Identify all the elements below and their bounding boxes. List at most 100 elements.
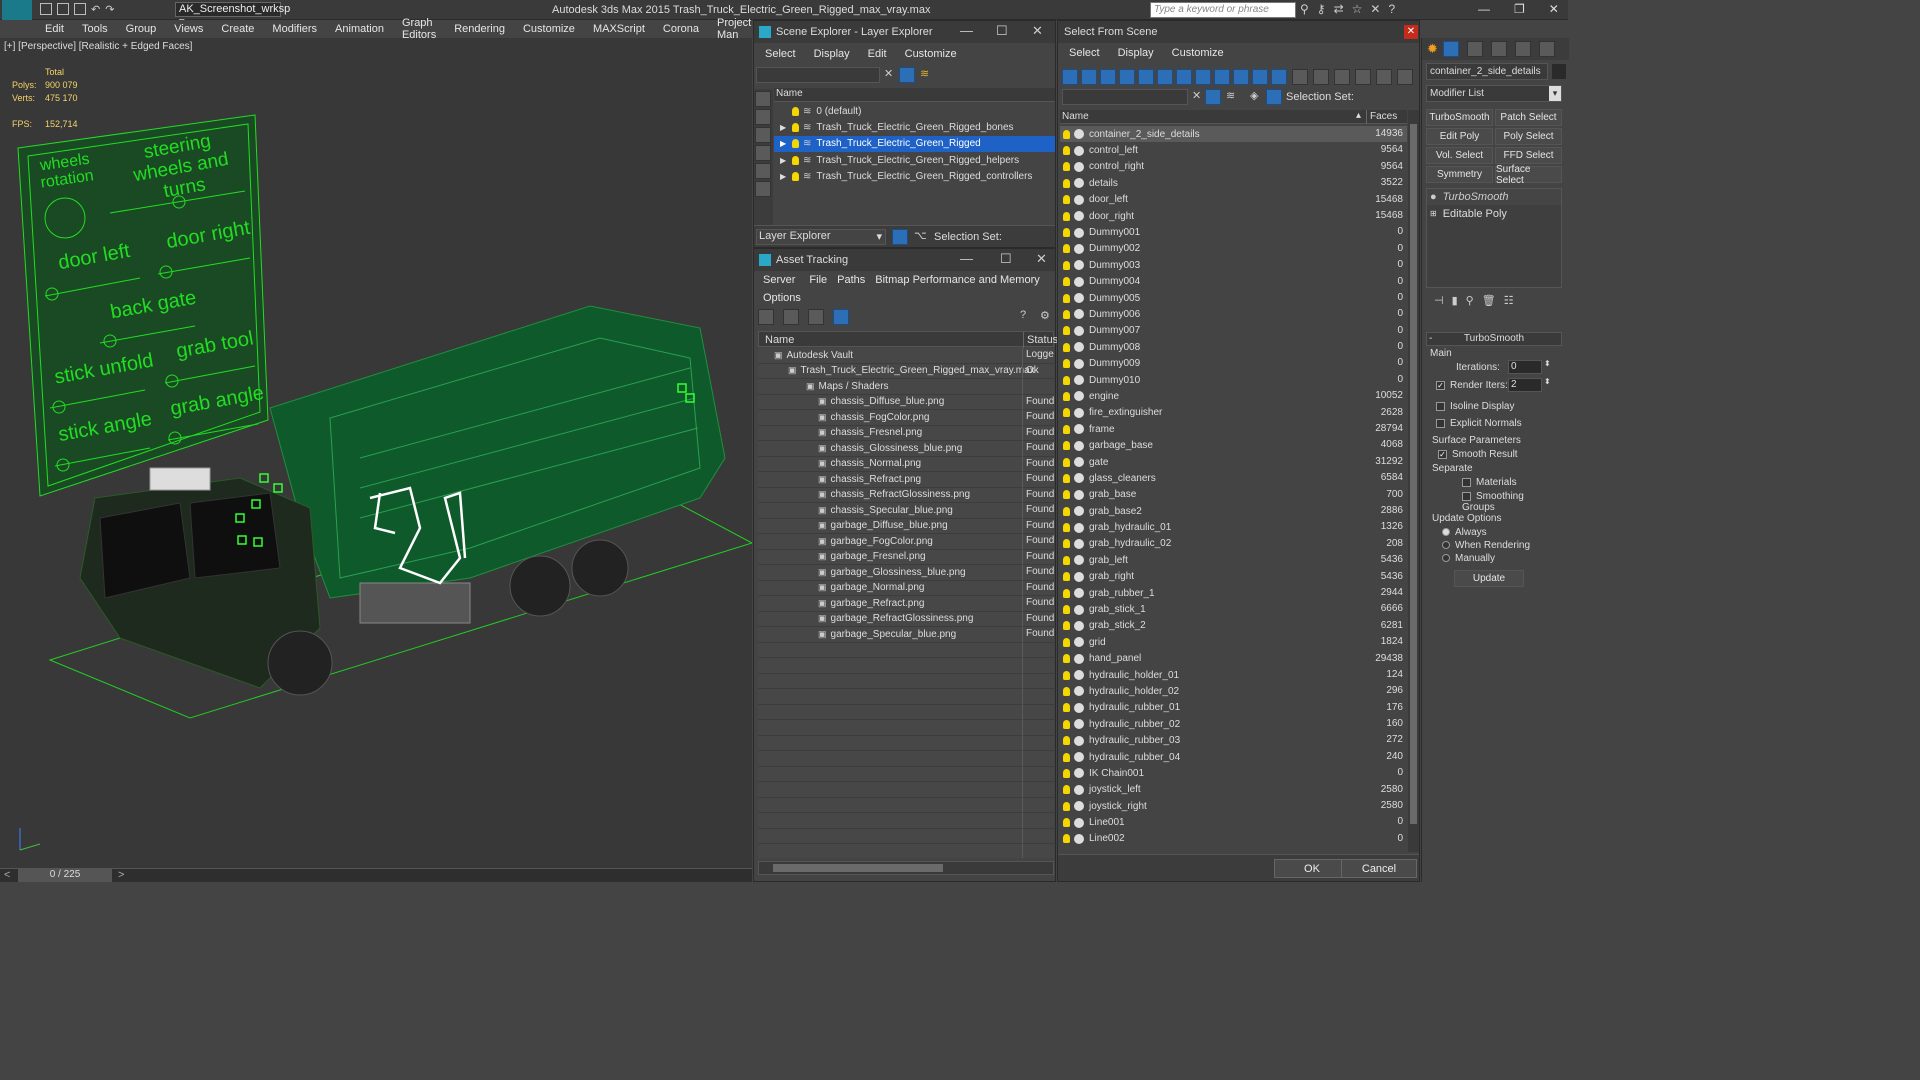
asset-row[interactable]: ▣ chassis_Glossiness_blue.png Found [758, 441, 1054, 457]
object-row[interactable]: garbage_base 4068 [1060, 437, 1407, 453]
layer-options-icon[interactable]: ≋ [1226, 89, 1235, 102]
close-x-icon[interactable]: ✕ [1370, 2, 1380, 16]
horizontal-scrollbar[interactable] [758, 861, 1054, 875]
help-icon[interactable]: ? [1020, 309, 1026, 321]
bulb-icon[interactable] [1063, 605, 1070, 615]
filter-list-icon[interactable] [1376, 69, 1392, 85]
object-row[interactable]: grab_hydraulic_02 208 [1060, 536, 1407, 552]
bulb-icon[interactable] [792, 172, 799, 182]
se-side-btn-5[interactable] [755, 163, 771, 179]
bulb-icon[interactable] [1063, 588, 1070, 598]
time-slider[interactable]: 0 / 225 [18, 869, 112, 882]
bulb-icon[interactable] [792, 155, 799, 165]
timeline-prev-icon[interactable]: < [4, 869, 10, 881]
object-row[interactable]: grab_left 5436 [1060, 552, 1407, 568]
minimize-icon[interactable]: — [960, 23, 973, 38]
object-row[interactable]: hydraulic_rubber_04 240 [1060, 749, 1407, 765]
star-icon[interactable]: ☆ [1352, 2, 1363, 16]
pin-stack-icon[interactable]: ⊣ [1434, 294, 1444, 310]
hierarchy-mode-icon[interactable]: ⌥ [914, 229, 927, 242]
object-row[interactable]: container_2_side_details 14936 [1060, 126, 1407, 143]
utilities-tab-icon[interactable] [1538, 41, 1555, 57]
asset-row[interactable]: ▣ Maps / Shaders [758, 379, 1054, 395]
type-filter-icon[interactable] [1214, 69, 1230, 85]
clear-search-icon[interactable]: ✕ [884, 67, 893, 80]
table-view-icon[interactable] [833, 309, 849, 325]
object-row[interactable]: grab_right 5436 [1060, 569, 1407, 585]
type-filter-icon[interactable] [1138, 69, 1154, 85]
bulb-icon[interactable] [1063, 408, 1070, 418]
layer-row[interactable]: ▶ ≋ Trash_Truck_Electric_Green_Rigged_bone… [774, 119, 1055, 135]
menu-item-group[interactable]: Group [117, 23, 166, 35]
menu-item-views[interactable]: Views [165, 23, 212, 35]
menu-item-maxscript[interactable]: MAXScript [584, 23, 654, 35]
bulb-icon[interactable] [1063, 277, 1070, 287]
bulb-icon[interactable] [1063, 818, 1070, 828]
at-menu-server[interactable]: Server [754, 274, 804, 286]
object-row[interactable]: control_right 9564 [1060, 159, 1407, 175]
new-file-icon[interactable] [40, 3, 52, 15]
se-side-btn-6[interactable] [755, 181, 771, 197]
modifier-button[interactable]: Vol. Select [1426, 147, 1493, 164]
type-filter-icon[interactable] [1062, 69, 1078, 85]
minimize-icon[interactable]: — [1478, 2, 1490, 16]
modifier-list-dropdown[interactable]: Modifier List ▾ [1426, 85, 1562, 102]
bulb-icon[interactable] [1063, 768, 1070, 778]
at-col-status[interactable]: Status [1027, 334, 1058, 346]
object-row[interactable]: Dummy009 0 [1060, 355, 1407, 371]
bulb-icon[interactable] [1063, 342, 1070, 352]
redo-icon[interactable]: ↷ [105, 3, 114, 16]
show-end-result-icon[interactable]: ▮ [1452, 294, 1458, 310]
bulb-icon[interactable] [1063, 375, 1070, 385]
asset-row[interactable]: ▣ garbage_Glossiness_blue.png Found [758, 565, 1054, 581]
bulb-icon[interactable] [1063, 309, 1070, 319]
sfs-menu-select[interactable]: Select [1060, 47, 1109, 59]
object-row[interactable]: hand_panel 29438 [1060, 651, 1407, 667]
stack-item-turbosmooth[interactable]: ● TurboSmooth [1427, 189, 1561, 206]
thumb-view-icon[interactable] [808, 309, 824, 325]
layer-options-icon[interactable]: ≋ [920, 67, 929, 80]
expand-arrow-icon[interactable]: ▶ [780, 156, 792, 165]
object-row[interactable]: grab_base 700 [1060, 487, 1407, 503]
object-row[interactable]: grab_stick_2 6281 [1060, 618, 1407, 634]
bulb-icon[interactable] [1063, 228, 1070, 238]
se-menu-display[interactable]: Display [805, 48, 859, 60]
object-row[interactable]: Dummy006 0 [1060, 306, 1407, 322]
type-filter-icon[interactable] [1271, 69, 1287, 85]
asset-row[interactable]: ▣ chassis_Fresnel.png Found [758, 425, 1054, 442]
modifier-button[interactable]: Poly Select [1495, 128, 1562, 145]
object-row[interactable]: grid 1824 [1060, 634, 1407, 650]
bulb-icon[interactable] [1063, 457, 1070, 467]
update-button[interactable]: Update [1454, 570, 1524, 587]
layer-row[interactable]: ▶ ≋ Trash_Truck_Electric_Green_Rigged_help… [774, 152, 1055, 168]
motion-tab-icon[interactable] [1490, 41, 1507, 57]
bulb-icon[interactable] [1063, 523, 1070, 533]
cancel-button[interactable]: Cancel [1341, 859, 1417, 878]
bulb-icon[interactable] [1063, 195, 1070, 205]
vertical-scrollbar[interactable] [1408, 110, 1419, 852]
at-menu-options[interactable]: Options [754, 292, 810, 304]
expand-arrow-icon[interactable]: ▶ [780, 139, 792, 148]
type-filter-icon[interactable] [1119, 69, 1135, 85]
object-row[interactable]: Line002 0 [1060, 831, 1407, 847]
menu-item-tools[interactable]: Tools [73, 23, 117, 35]
se-side-btn-1[interactable] [755, 91, 771, 107]
object-row[interactable]: control_left 9564 [1060, 142, 1407, 158]
type-filter-icon[interactable] [1233, 69, 1249, 85]
menu-item-edit[interactable]: Edit [36, 23, 73, 35]
bulb-icon[interactable] [1063, 326, 1070, 336]
object-row[interactable]: hydraulic_holder_02 296 [1060, 683, 1407, 699]
menu-item-animation[interactable]: Animation [326, 23, 393, 35]
asset-row[interactable]: ▣ garbage_Normal.png Found [758, 580, 1054, 597]
hierarchy-icon[interactable] [1266, 89, 1282, 105]
menu-item-create[interactable]: Create [212, 23, 263, 35]
object-row[interactable]: Dummy007 0 [1060, 323, 1407, 339]
se-side-btn-2[interactable] [755, 109, 771, 125]
se-side-btn-3[interactable] [755, 127, 771, 143]
when-rendering-radio[interactable] [1442, 541, 1450, 550]
modifier-button[interactable]: FFD Select [1495, 147, 1562, 164]
object-row[interactable]: hydraulic_rubber_01 176 [1060, 700, 1407, 716]
restore-icon[interactable]: ❐ [1514, 2, 1525, 16]
asset-row[interactable]: ▣ garbage_Refract.png Found [758, 596, 1054, 612]
bulb-icon[interactable] [1063, 539, 1070, 549]
